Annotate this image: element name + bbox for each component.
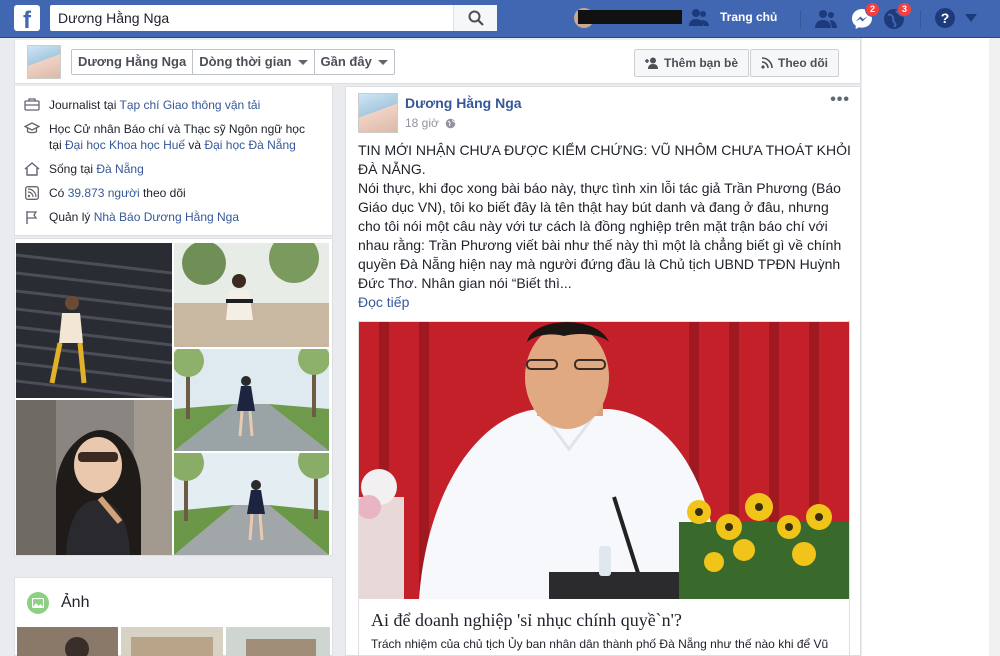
link-preview-image[interactable] [359, 322, 849, 599]
messages-button[interactable]: 2 [850, 2, 880, 31]
photo-thumbnail[interactable] [121, 627, 223, 656]
intro-work: Journalist tại Tạp chí Giao thông vận tả… [23, 97, 260, 113]
people-icon[interactable] [688, 7, 710, 29]
account-menu-chevron-down-icon[interactable] [965, 14, 977, 22]
post-timestamp: 18 giờ [405, 116, 456, 130]
breadcrumb: Dương Hằng Nga Dòng thời gian Gần đây [71, 49, 395, 75]
divider [800, 10, 801, 28]
facebook-logo-icon[interactable]: f [14, 5, 40, 31]
help-icon[interactable]: ? [934, 7, 956, 29]
breadcrumb-recent[interactable]: Gần đây [315, 50, 394, 74]
right-sidebar [862, 38, 989, 656]
intro-lives: Sống tại Đà Nẵng [23, 161, 144, 177]
notifications-button[interactable]: 3 [882, 2, 912, 31]
rss-icon [761, 57, 773, 69]
followers-link[interactable]: 39.873 người [68, 186, 140, 200]
intro-manage: Quản lý Nhà Báo Dương Hằng Nga [23, 209, 239, 225]
post-author[interactable]: Dương Hằng Nga [405, 95, 522, 111]
intro-card: Journalist tại Tạp chí Giao thông vận tả… [14, 86, 333, 236]
search-input[interactable] [50, 5, 450, 31]
chevron-down-icon [297, 59, 308, 65]
photo-thumbnail[interactable] [226, 627, 330, 656]
flag-icon [26, 211, 38, 224]
link-preview-description: Trách nhiệm của chủ tịch Ủy ban nhân dân… [371, 637, 829, 651]
featured-photo-2[interactable] [174, 243, 329, 347]
read-more-link[interactable]: Đọc tiếp [358, 293, 852, 312]
post-paragraph: Nói thực, khi đọc xong bài báo này, thực… [358, 180, 842, 291]
manage-page-link[interactable]: Nhà Báo Dương Hằng Nga [94, 210, 239, 224]
notifications-badge: 3 [896, 2, 912, 17]
intro-followers: Có 39.873 người theo dõi [23, 185, 186, 201]
education-link-hue[interactable]: Đại học Khoa học Huế [65, 138, 185, 152]
post-options-button[interactable]: ••• [830, 91, 850, 109]
search-box [50, 5, 497, 31]
redacted-name [578, 10, 682, 24]
post-body: TIN MỚI NHẬN CHƯA ĐƯỢC KIỂM CHỨNG: VŨ NH… [358, 141, 852, 312]
featured-photo-1[interactable] [16, 243, 172, 398]
add-friend-button[interactable]: Thêm bạn bè [634, 49, 750, 77]
photos-section-title[interactable]: Ảnh [61, 594, 89, 612]
photos-section: Ảnh [14, 577, 333, 656]
link-preview-title[interactable]: Ai để doanh nghiệp 'sỉ nhục chính quyề`n… [371, 610, 682, 631]
lives-link[interactable]: Đà Nẵng [96, 162, 143, 176]
profile-shortcut[interactable] [574, 6, 682, 30]
photo-thumbnail[interactable] [17, 627, 118, 656]
featured-photo-5[interactable] [174, 453, 329, 555]
follow-button[interactable]: Theo dõi [750, 49, 839, 77]
featured-photos [14, 238, 333, 556]
featured-photo-3[interactable] [174, 349, 329, 451]
graduation-cap-icon [24, 122, 40, 134]
top-bar: f Trang chủ 2 3 ? [0, 0, 1000, 38]
post-time[interactable]: 18 giờ [405, 116, 439, 130]
public-globe-icon [445, 118, 456, 128]
avatar[interactable] [358, 93, 398, 133]
home-icon [24, 162, 40, 176]
search-button[interactable] [453, 5, 497, 31]
chevron-down-icon [377, 59, 388, 65]
add-friend-icon [645, 57, 658, 69]
breadcrumb-profile-name[interactable]: Dương Hằng Nga [72, 50, 194, 74]
briefcase-icon [24, 98, 40, 111]
post: Dương Hằng Nga 18 giờ ••• TIN MỚI NHẬN C… [345, 86, 861, 656]
scrollbar[interactable] [989, 38, 1000, 656]
photo-icon [27, 592, 49, 614]
link-preview[interactable]: Ai để doanh nghiệp 'sỉ nhục chính quyề`n… [358, 321, 850, 656]
breadcrumb-timeline[interactable]: Dòng thời gian [193, 50, 315, 74]
svg-text:?: ? [941, 10, 950, 26]
work-link[interactable]: Tạp chí Giao thông vận tải [119, 98, 260, 112]
avatar[interactable] [27, 45, 61, 79]
post-paragraph: TIN MỚI NHẬN CHƯA ĐƯỢC KIỂM CHỨNG: VŨ NH… [358, 142, 851, 177]
intro-education: Học Cử nhân Báo chí và Thạc sỹ Ngôn ngữ … [23, 121, 305, 153]
messages-badge: 2 [864, 2, 880, 17]
home-link[interactable]: Trang chủ [720, 10, 777, 24]
friend-requests-icon[interactable] [814, 7, 838, 31]
education-link-danang[interactable]: Đại học Đà Nẵng [204, 138, 295, 152]
rss-icon [25, 186, 39, 200]
divider [920, 10, 921, 28]
search-icon [468, 10, 484, 26]
featured-photo-4[interactable] [16, 400, 172, 555]
profile-nav-bar: Dương Hằng Nga Dòng thời gian Gần đây Th… [14, 40, 861, 84]
